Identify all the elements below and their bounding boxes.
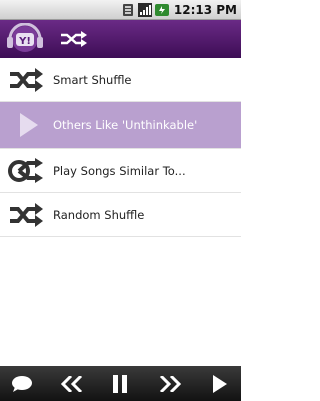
play-icon xyxy=(213,374,227,393)
list-item-label: Random Shuffle xyxy=(53,208,145,222)
status-time: 12:13 PM xyxy=(173,3,237,17)
shuffle-options-list: Smart Shuffle Others Like 'Unthinkable' … xyxy=(0,58,241,237)
random-icon xyxy=(10,203,43,227)
shuffle-icon xyxy=(10,68,43,92)
rewind-button[interactable] xyxy=(52,366,92,401)
sim-card-icon xyxy=(122,4,133,16)
play-button[interactable] xyxy=(200,366,240,401)
signal-icon xyxy=(137,3,152,17)
chat-icon xyxy=(12,375,32,392)
battery-charging-icon xyxy=(154,4,169,16)
list-item-label: Others Like 'Unthinkable' xyxy=(53,118,198,132)
list-item-label: Play Songs Similar To... xyxy=(53,164,186,178)
status-bar: 12:13 PM xyxy=(0,0,241,20)
pause-button[interactable] xyxy=(100,366,140,401)
shuffle-icon[interactable] xyxy=(60,31,88,47)
list-item-label: Smart Shuffle xyxy=(53,73,132,87)
list-item-others-like[interactable]: Others Like 'Unthinkable' xyxy=(0,102,241,149)
rewind-icon xyxy=(61,375,83,392)
list-item-smart-shuffle[interactable]: Smart Shuffle xyxy=(0,58,241,102)
similar-icon xyxy=(8,158,43,183)
playback-controls xyxy=(0,366,241,401)
header-bar: Y! xyxy=(0,20,241,58)
pause-icon xyxy=(113,374,127,393)
fast-forward-icon xyxy=(159,375,181,392)
list-item-play-similar[interactable]: Play Songs Similar To... xyxy=(0,149,241,193)
chat-button[interactable] xyxy=(2,366,42,401)
list-item-random-shuffle[interactable]: Random Shuffle xyxy=(0,193,241,237)
yahoo-music-logo-icon[interactable]: Y! xyxy=(6,23,44,55)
svg-text:Y!: Y! xyxy=(18,36,31,47)
play-icon xyxy=(20,113,38,137)
fast-forward-button[interactable] xyxy=(150,366,190,401)
